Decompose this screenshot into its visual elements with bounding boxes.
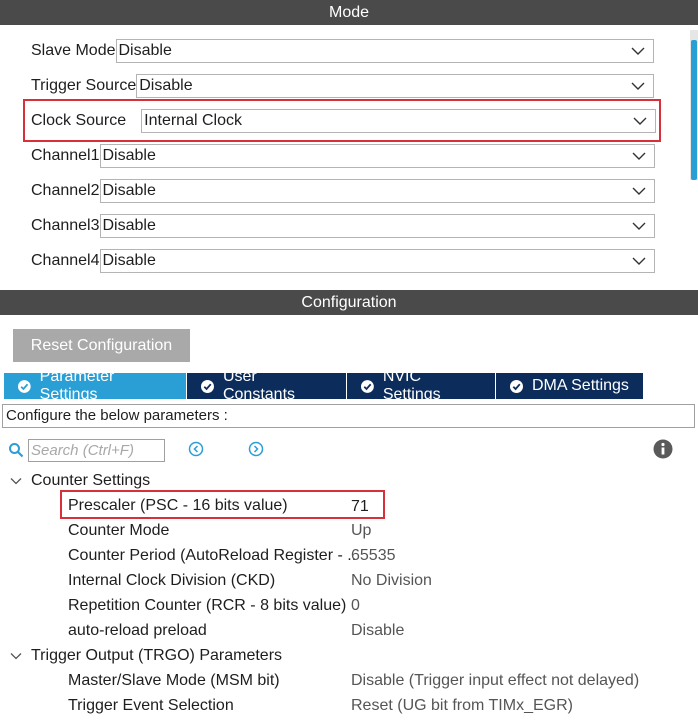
trigger-source-label: Trigger Source [31,77,137,94]
chevron-down-icon [631,82,645,90]
mode-header: Mode [0,0,698,25]
search-row [8,437,165,463]
slave-mode-dropdown[interactable]: Disable [115,39,654,63]
channel2-value: Disable [102,182,156,199]
channel3-dropdown[interactable]: Disable [99,214,655,238]
channel1-value: Disable [102,147,156,164]
param-name-prescaler[interactable]: Prescaler (PSC - 16 bits value) [68,493,288,518]
slave-mode-row: Slave Mode Disable [31,38,654,64]
channel1-dropdown[interactable]: Disable [99,144,655,168]
param-name-counter-mode[interactable]: Counter Mode [68,518,169,543]
channel3-value: Disable [102,217,156,234]
channel1-row: Channel1 Disable [31,143,655,169]
param-value-repetition-counter[interactable]: 0 [351,593,360,618]
check-circle-icon [201,379,214,393]
channel3-label: Channel3 [31,217,100,234]
channel4-label: Channel4 [31,252,100,269]
search-input[interactable] [28,438,165,462]
param-name-counter-period[interactable]: Counter Period (AutoReload Register - .. [68,543,356,568]
chevron-down-icon [631,47,644,55]
info-icon[interactable] [653,439,673,459]
channel2-dropdown[interactable]: Disable [99,179,655,203]
clock-source-label: Clock Source [31,112,127,129]
channel2-row: Channel2 Disable [31,178,655,204]
group-title: Trigger Output (TRGO) Parameters [31,646,283,664]
clock-source-value: Internal Clock [144,112,242,129]
search-icon [9,443,24,458]
chevron-down-icon [10,652,22,659]
slave-mode-value: Disable [118,42,172,59]
chevron-down-icon [10,477,22,484]
param-name-trigger-event[interactable]: Trigger Event Selection [68,693,234,718]
reset-configuration-button[interactable]: Reset Configuration [13,329,190,362]
param-value-counter-period[interactable]: 65535 [351,543,396,568]
channel4-row: Channel4 Disable [31,248,655,274]
chevron-down-icon [632,152,645,160]
param-name-clock-division[interactable]: Internal Clock Division (CKD) [68,568,275,593]
chevron-down-icon [633,117,647,125]
clock-source-dropdown[interactable]: Internal Clock [141,109,657,133]
channel4-dropdown[interactable]: Disable [99,249,655,273]
tab-nvic-settings[interactable]: NVIC Settings [347,368,496,403]
config-tabs: Parameter Settings User Constants NVIC S… [4,368,644,403]
param-value-trigger-event[interactable]: Reset (UG bit from TIMx_EGR) [351,693,573,718]
tab-label: NVIC Settings [382,368,441,403]
trigger-source-row: Trigger Source Disable [31,73,655,99]
search-next-icon[interactable] [248,441,264,457]
trigger-source-value: Disable [139,77,193,94]
configuration-header: Configuration [0,290,698,315]
param-value-counter-mode[interactable]: Up [351,518,371,543]
chevron-down-icon [632,257,645,265]
check-circle-icon [361,379,374,393]
param-name-repetition-counter[interactable]: Repetition Counter (RCR - 8 bits value) [68,593,346,618]
clock-source-row: Clock Source Internal Clock [31,108,657,134]
trigger-output-group[interactable]: Trigger Output (TRGO) Parameters [10,643,282,668]
tab-label: Parameter Settings [39,368,115,403]
param-value-prescaler[interactable]: 71 [351,494,369,519]
channel2-label: Channel2 [31,182,100,199]
mode-scrollbar[interactable] [690,30,698,180]
check-circle-icon [510,379,523,393]
group-title: Counter Settings [31,471,151,489]
param-value-auto-reload-preload[interactable]: Disable [351,618,404,643]
tab-parameter-settings[interactable]: Parameter Settings [4,368,187,403]
config-caption: Configure the below parameters : [2,404,695,428]
param-value-msm-bit[interactable]: Disable (Trigger input effect not delaye… [351,668,639,693]
tab-dma-settings[interactable]: DMA Settings [496,373,644,399]
channel4-value: Disable [102,252,156,269]
param-name-auto-reload-preload[interactable]: auto-reload preload [68,618,207,643]
trigger-source-dropdown[interactable]: Disable [136,74,655,98]
channel3-row: Channel3 Disable [31,213,655,239]
search-previous-icon[interactable] [188,441,204,457]
scrollbar-thumb[interactable] [691,40,697,180]
tab-label: User Constants [222,368,296,403]
slave-mode-label: Slave Mode [31,42,116,59]
chevron-down-icon [632,222,645,230]
chevron-down-icon [632,187,645,195]
check-circle-icon [18,379,31,393]
tab-user-constants[interactable]: User Constants [187,368,347,403]
param-value-clock-division[interactable]: No Division [351,568,432,593]
tab-label: DMA Settings [532,377,629,394]
channel1-label: Channel1 [31,147,100,164]
param-name-msm-bit[interactable]: Master/Slave Mode (MSM bit) [68,668,280,693]
